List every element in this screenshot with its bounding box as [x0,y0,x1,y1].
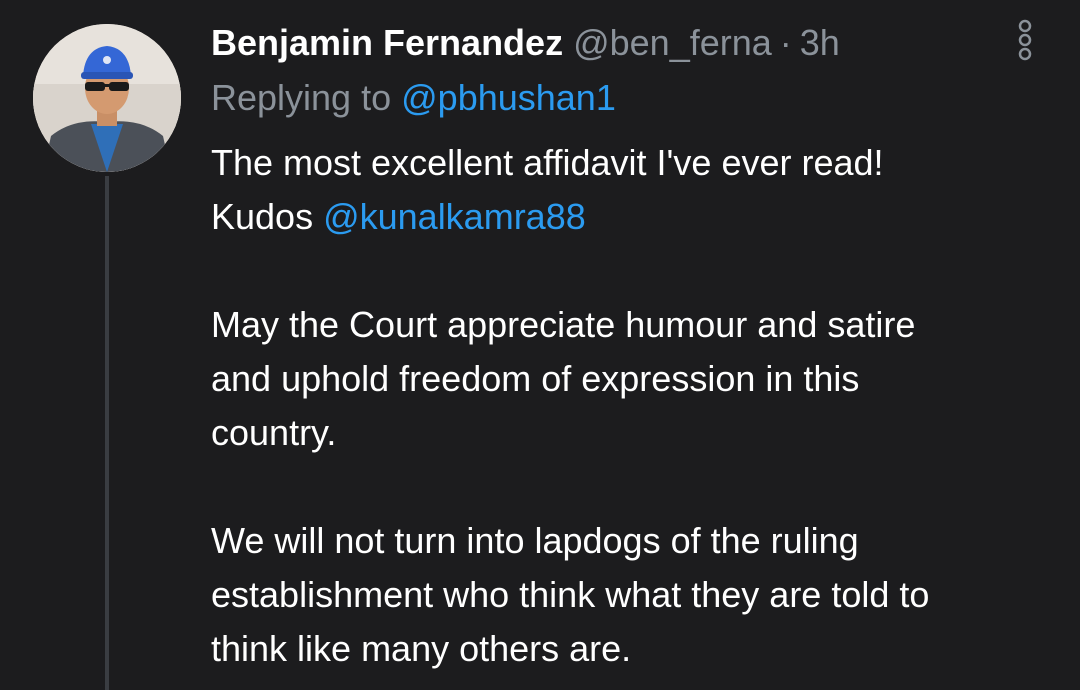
body-line: We will not turn into lapdogs of the rul… [211,520,859,561]
body-line: establishment who think what they are to… [211,574,930,615]
reply-mention-link[interactable]: @pbhushan1 [401,77,616,118]
thread-line [105,176,109,690]
avatar[interactable] [33,24,181,172]
body-line: The most excellent affidavit I've ever r… [211,142,884,183]
body-line: think like many others are. [211,628,632,669]
body-text: Kudos [211,196,324,237]
body-line: Kudos @kunalkamra88 [211,190,1061,244]
tweet-timestamp[interactable]: 3h [800,22,840,63]
author-display-name[interactable]: Benjamin Fernandez [211,22,563,63]
more-options-button[interactable] [1012,18,1038,62]
separator-dot: · [779,22,792,63]
tweet: Benjamin Fernandez @ben_ferna · 3h Replying… [0,0,1080,690]
body-line: May the Court appreciate humour and sati… [211,304,916,345]
body-line: and uphold freedom of expression in this [211,358,860,399]
tweet-body: The most excellent affidavit I've ever r… [211,136,1061,676]
profile-photo-icon [33,24,181,172]
body-line: country. [211,412,337,453]
tweet-header: Benjamin Fernandez @ben_ferna · 3h [211,18,840,68]
body-mention-link[interactable]: @kunalkamra88 [323,196,586,237]
replying-to: Replying to @pbhushan1 [211,74,616,122]
vertical-ellipsis-icon [1018,19,1032,61]
replying-to-label: Replying to [211,77,392,118]
author-handle[interactable]: @ben_ferna [573,22,772,63]
